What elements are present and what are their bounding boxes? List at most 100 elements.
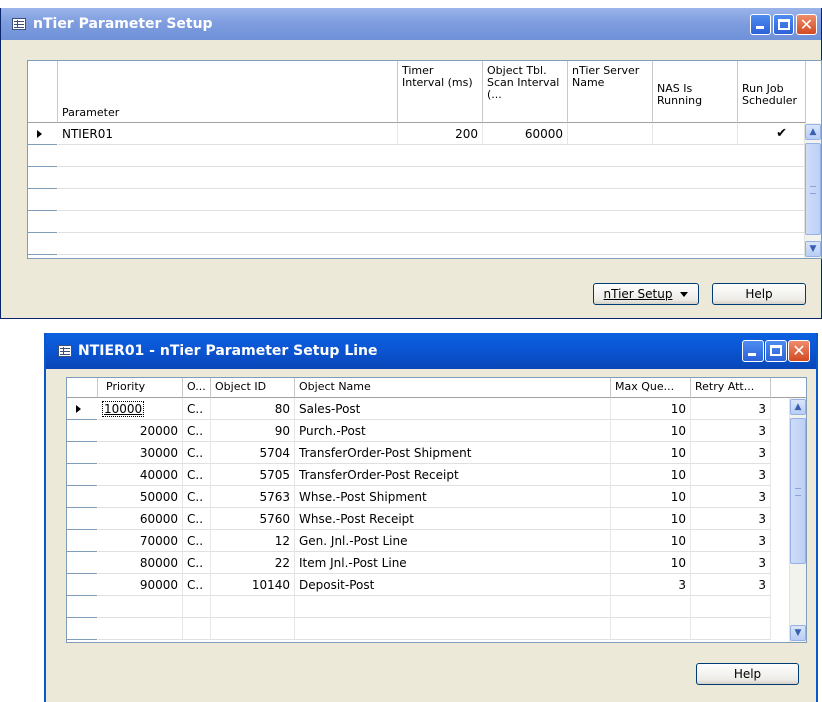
maximize-button[interactable] [765,340,787,362]
priority-cell[interactable]: 40000 [98,464,183,486]
object-type-cell[interactable]: C.. [183,464,211,486]
retry-attempts-cell[interactable]: 3 [691,508,771,530]
row-selector[interactable] [28,233,57,255]
object-type-cell[interactable]: C.. [183,442,211,464]
priority-cell[interactable]: 80000 [98,552,183,574]
priority-cell[interactable]: 50000 [98,486,183,508]
object-name-cell[interactable]: Sales-Post [295,398,611,420]
column-header-retry-attempts[interactable]: Retry Att... [691,378,771,398]
ntier-setup-menu-button[interactable]: nTier Setup [593,283,699,305]
object-id-cell[interactable]: 5760 [211,508,295,530]
title-bar[interactable]: nTier Parameter Setup ✕ [1,8,821,40]
priority-cell[interactable] [98,618,183,640]
retry-attempts-cell[interactable]: 3 [691,442,771,464]
help-button[interactable]: Help [696,663,799,685]
help-button[interactable]: Help [712,283,806,305]
row-selector[interactable] [67,552,97,574]
close-button[interactable]: ✕ [788,340,810,362]
object-id-cell[interactable]: 12 [211,530,295,552]
retry-attempts-cell[interactable] [691,596,771,618]
column-header-nas-running[interactable]: NAS Is Running [653,61,738,123]
maximize-button[interactable] [773,14,794,35]
retry-attempts-cell[interactable]: 3 [691,420,771,442]
max-queue-cell[interactable]: 10 [611,464,691,486]
object-name-cell[interactable] [295,596,611,618]
object-id-cell[interactable]: 5704 [211,442,295,464]
retry-attempts-cell[interactable]: 3 [691,464,771,486]
table-row[interactable] [58,145,806,167]
retry-attempts-cell[interactable] [691,618,771,640]
retry-attempts-cell[interactable]: 3 [691,574,771,596]
max-queue-cell[interactable] [611,596,691,618]
table-row[interactable] [98,596,771,618]
row-selector[interactable] [28,211,57,233]
max-queue-cell[interactable]: 10 [611,508,691,530]
scroll-down-button[interactable]: ▼ [805,241,821,257]
table-row[interactable]: 40000 C.. 5705 TransferOrder-Post Receip… [98,464,771,486]
object-name-cell[interactable]: Deposit-Post [295,574,611,596]
table-row[interactable] [98,618,771,640]
priority-cell[interactable]: 70000 [98,530,183,552]
column-header-object-id[interactable]: Object ID [211,378,295,398]
object-type-cell[interactable] [183,618,211,640]
column-header-parameter[interactable]: Parameter [58,61,398,123]
object-type-cell[interactable]: C.. [183,420,211,442]
title-bar[interactable]: NTIER01 - nTier Parameter Setup Line ✕ [46,333,816,369]
vertical-scrollbar[interactable]: ▲ ▼ [804,123,821,258]
object-id-cell[interactable]: 10140 [211,574,295,596]
row-selector[interactable] [28,167,57,189]
minimize-button[interactable] [750,14,771,35]
priority-cell[interactable]: 20000 [98,420,183,442]
max-queue-cell[interactable]: 10 [611,552,691,574]
column-header-scan-interval[interactable]: Object Tbl. Scan Interval (... [483,61,568,123]
table-row[interactable]: NTIER01 200 60000 ✔ [58,123,806,145]
vertical-scrollbar[interactable]: ▲ ▼ [789,398,806,642]
object-name-cell[interactable]: Whse.-Post Shipment [295,486,611,508]
column-header-timer-interval[interactable]: Timer Interval (ms) [398,61,483,123]
table-row[interactable]: 20000 C.. 90 Purch.-Post 10 3 [98,420,771,442]
max-queue-cell[interactable]: 10 [611,420,691,442]
priority-cell[interactable]: 90000 [98,574,183,596]
column-header-object-type[interactable]: O... [183,378,211,398]
max-queue-cell[interactable]: 10 [611,442,691,464]
scroll-thumb[interactable] [805,143,821,235]
priority-cell[interactable]: 10000 [98,398,183,420]
max-queue-cell[interactable]: 10 [611,530,691,552]
minimize-button[interactable] [742,340,764,362]
scroll-down-button[interactable]: ▼ [790,625,806,641]
row-selector[interactable] [67,398,97,420]
scroll-thumb[interactable] [790,418,806,564]
object-name-cell[interactable]: Purch.-Post [295,420,611,442]
priority-cell[interactable]: 30000 [98,442,183,464]
retry-attempts-cell[interactable]: 3 [691,398,771,420]
column-header-run-job-scheduler[interactable]: Run Job Scheduler [738,61,806,123]
max-queue-cell[interactable] [611,618,691,640]
table-row[interactable] [58,233,806,255]
row-selector[interactable] [67,420,97,442]
parameter-cell[interactable]: NTIER01 [58,123,398,145]
object-name-cell[interactable]: TransferOrder-Post Shipment [295,442,611,464]
object-type-cell[interactable]: C.. [183,486,211,508]
object-name-cell[interactable]: Gen. Jnl.-Post Line [295,530,611,552]
table-row[interactable] [58,189,806,211]
object-name-cell[interactable]: Whse.-Post Receipt [295,508,611,530]
timer-interval-cell[interactable]: 200 [398,123,483,145]
retry-attempts-cell[interactable]: 3 [691,486,771,508]
max-queue-cell[interactable]: 3 [611,574,691,596]
priority-cell[interactable]: 60000 [98,508,183,530]
row-selector[interactable] [28,145,57,167]
object-type-cell[interactable]: C.. [183,398,211,420]
table-row[interactable]: 90000 C.. 10140 Deposit-Post 3 3 [98,574,771,596]
scan-interval-cell[interactable]: 60000 [483,123,568,145]
table-row[interactable]: 60000 C.. 5760 Whse.-Post Receipt 10 3 [98,508,771,530]
retry-attempts-cell[interactable]: 3 [691,530,771,552]
object-type-cell[interactable]: C.. [183,552,211,574]
table-row[interactable]: 80000 C.. 22 Item Jnl.-Post Line 10 3 [98,552,771,574]
object-id-cell[interactable]: 5763 [211,486,295,508]
priority-value-selected[interactable]: 10000 [101,401,145,417]
max-queue-cell[interactable]: 10 [611,486,691,508]
table-row[interactable]: 50000 C.. 5763 Whse.-Post Shipment 10 3 [98,486,771,508]
object-id-cell[interactable]: 22 [211,552,295,574]
object-type-cell[interactable]: C.. [183,530,211,552]
close-button[interactable]: ✕ [796,14,817,35]
